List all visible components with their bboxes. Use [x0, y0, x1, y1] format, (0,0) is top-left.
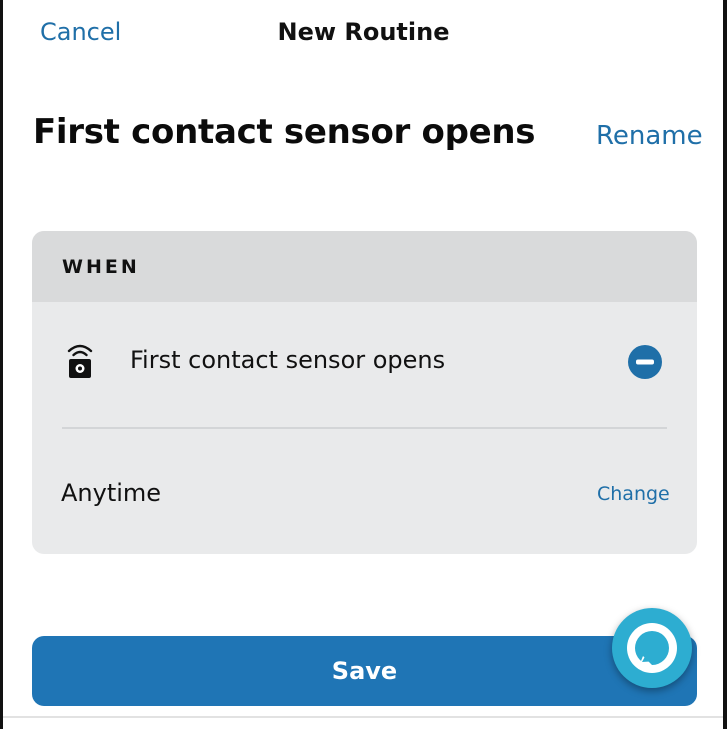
change-schedule-link[interactable]: Change	[597, 483, 670, 505]
trigger-label: First contact sensor opens	[130, 346, 446, 374]
bottom-divider	[3, 716, 723, 718]
when-label: WHEN	[62, 256, 140, 278]
alexa-button[interactable]	[612, 608, 692, 688]
page-title: New Routine	[277, 18, 450, 46]
right-frame-border	[723, 0, 727, 729]
schedule-label: Anytime	[61, 479, 162, 507]
contact-sensor-icon	[67, 344, 93, 378]
when-section-header: WHEN	[32, 231, 697, 302]
left-frame-border	[0, 0, 3, 729]
trigger-row[interactable]: First contact sensor opens	[32, 303, 697, 423]
alexa-ring-icon	[627, 623, 677, 673]
remove-trigger-icon[interactable]	[628, 345, 662, 379]
rename-button[interactable]: Rename	[596, 121, 703, 151]
routine-name: First contact sensor opens	[33, 112, 536, 152]
when-card: WHEN First contact sensor opens Anytime …	[32, 231, 697, 554]
schedule-row: Anytime Change	[32, 429, 697, 554]
save-button[interactable]: Save	[32, 636, 697, 706]
